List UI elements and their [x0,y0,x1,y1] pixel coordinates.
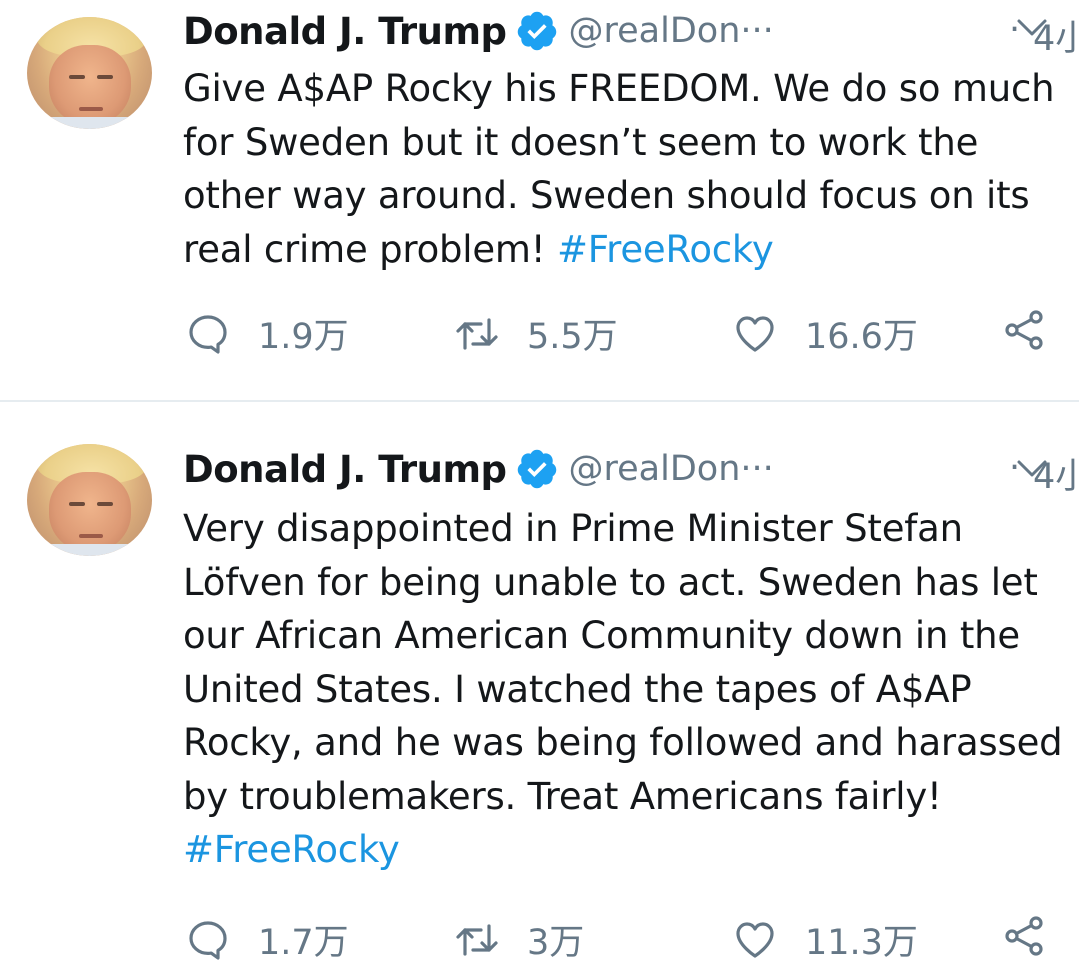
author-name[interactable]: Donald J. Trump [183,448,507,491]
tweet[interactable]: Donald J. Trump @realDon··· · 4小时 Very d… [0,0,1079,963]
hashtag-link[interactable]: #FreeRocky [183,828,400,871]
avatar[interactable] [27,444,152,556]
tweet-body-text: Very disappointed in Prime Minister Stef… [183,507,1063,818]
reply-button[interactable]: 1.7万 [186,914,349,965]
retweet-button[interactable]: 3万 [455,914,584,965]
tweet-text: Very disappointed in Prime Minister Stef… [183,502,1063,877]
heart-icon [736,921,774,958]
chevron-down-icon[interactable] [1016,459,1048,479]
author-handle[interactable]: @realDon··· [569,449,774,489]
retweet-icon [456,923,498,956]
tweet-actions: 1.7万 3万 11.3万 [0,906,1079,966]
share-icon [1005,916,1043,956]
like-button[interactable]: 11.3万 [733,914,918,965]
reply-count: 1.7万 [258,923,349,963]
verified-badge-icon [517,449,556,489]
reply-bubble-icon [189,920,227,960]
tweet-header: Donald J. Trump @realDon··· · 4小时 [183,446,1079,498]
retweet-count: 3万 [527,923,585,963]
like-count: 11.3万 [805,923,918,963]
share-button[interactable] [1002,914,1046,958]
